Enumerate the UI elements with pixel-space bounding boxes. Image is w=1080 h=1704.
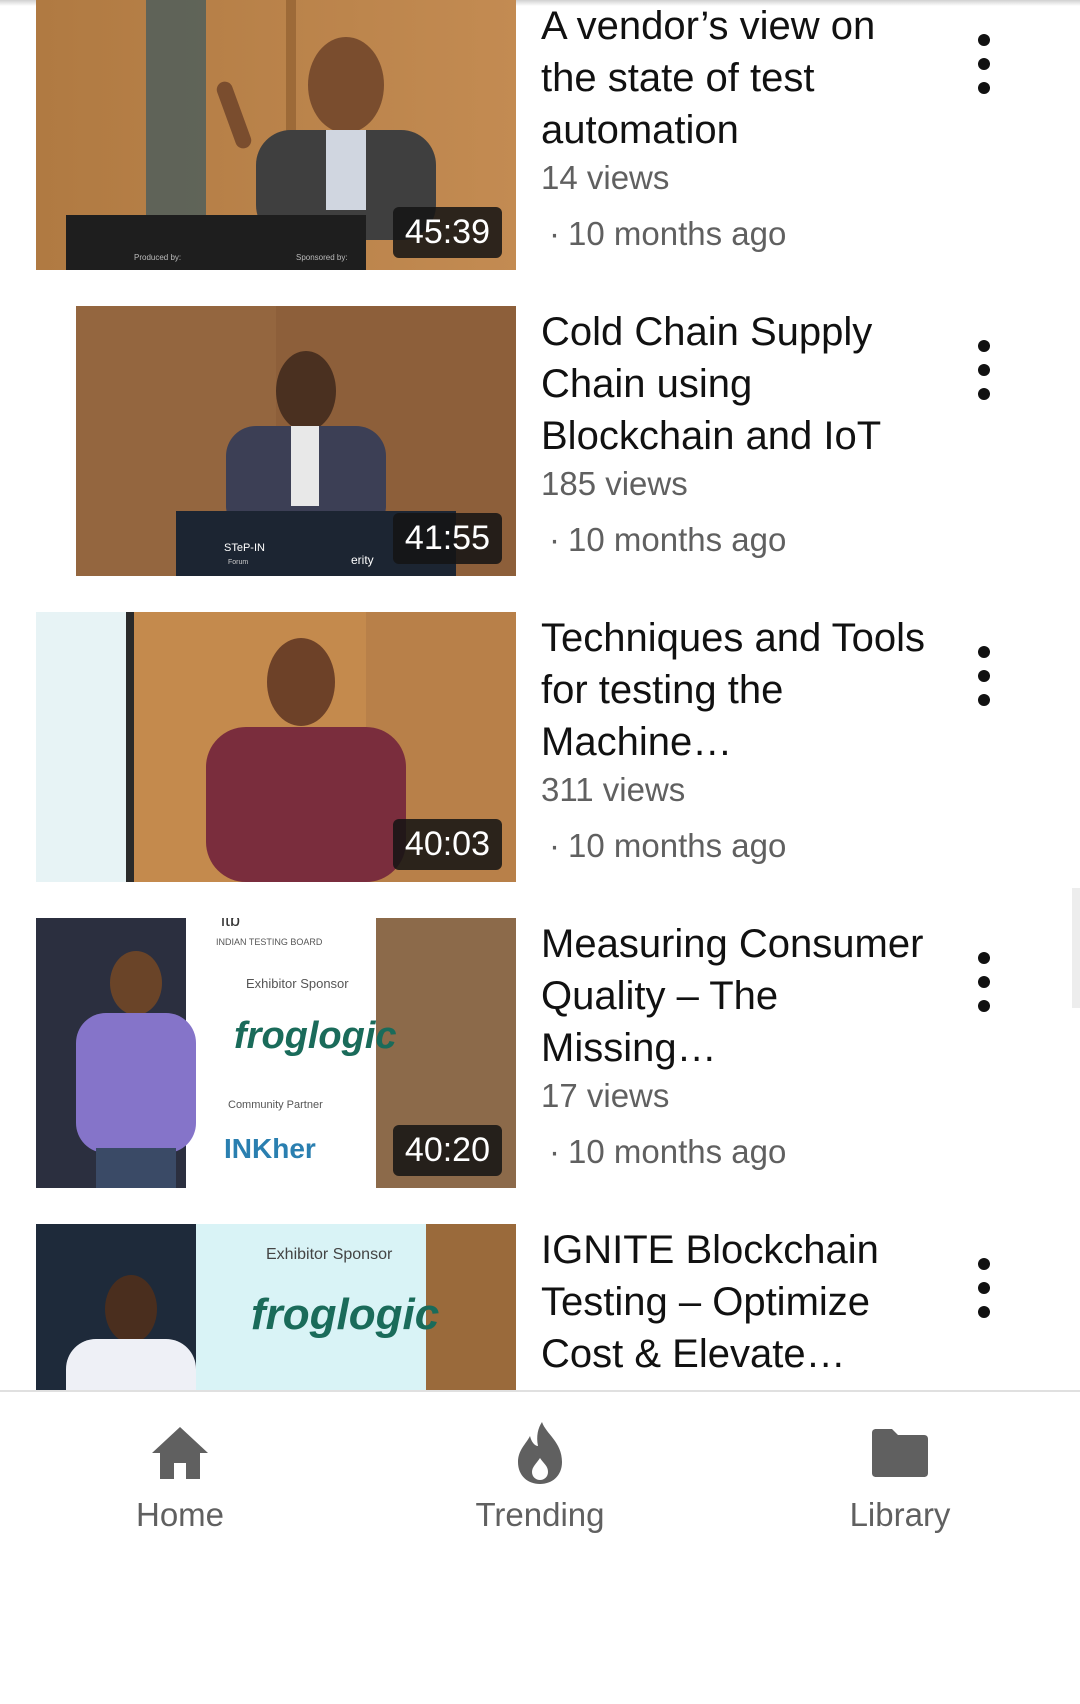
more-options-icon[interactable] bbox=[960, 646, 1008, 706]
duration-badge: 40:20 bbox=[392, 1125, 502, 1176]
video-item[interactable]: itb INDIAN TESTING BOARD Exhibitor Spons… bbox=[0, 918, 1080, 1188]
bottom-navigation: Home Trending Library bbox=[0, 1390, 1080, 1552]
community-partner-text: Community Partner bbox=[228, 1099, 323, 1111]
exhibitor-sponsor-text: Exhibitor Sponsor bbox=[266, 1246, 393, 1263]
view-count: 17 views bbox=[541, 1077, 670, 1114]
forum-text: Forum bbox=[228, 559, 248, 566]
view-count: 14 views bbox=[541, 159, 670, 196]
video-thumbnail[interactable]: itb INDIAN TESTING BOARD Exhibitor Spons… bbox=[36, 918, 516, 1188]
nav-home-label: Home bbox=[135, 1496, 225, 1533]
exhibitor-sponsor-text: Exhibitor Sponsor bbox=[246, 976, 349, 991]
video-meta[interactable]: Measuring Consumer Quality – The Missing… bbox=[541, 918, 931, 1174]
video-list[interactable]: Produced by: Sponsored by: 45:39 A vendo… bbox=[0, 0, 1080, 1390]
inkher-text: INKher bbox=[224, 1133, 316, 1164]
nav-library-label: Library bbox=[849, 1496, 951, 1533]
upload-age: · 10 months ago bbox=[549, 215, 787, 252]
thumbnail-image: Exhibitor Sponsor froglogic bbox=[36, 1224, 516, 1390]
erity-text: erity bbox=[351, 553, 374, 567]
video-thumbnail[interactable]: STeP-IN Forum erity 41:55 bbox=[36, 306, 516, 576]
video-meta[interactable]: Techniques and Tools for testing the Mac… bbox=[541, 612, 931, 868]
video-thumbnail[interactable]: 40:03 bbox=[36, 612, 516, 882]
more-options-icon[interactable] bbox=[960, 952, 1008, 1012]
itb-logo-text: itb bbox=[221, 918, 240, 930]
view-count: 185 views bbox=[541, 465, 688, 502]
more-options-icon[interactable] bbox=[960, 34, 1008, 94]
video-item[interactable]: Exhibitor Sponsor froglogic IGNITE Block… bbox=[0, 1224, 1080, 1390]
itb-full-text: INDIAN TESTING BOARD bbox=[216, 937, 323, 947]
produced-by-text: Produced by: bbox=[134, 253, 181, 262]
nav-trending[interactable]: Trending bbox=[440, 1418, 640, 1534]
video-meta[interactable]: Cold Chain Supply Chain using Blockchain… bbox=[541, 306, 931, 562]
video-meta[interactable]: IGNITE Blockchain Testing – Optimize Cos… bbox=[541, 1224, 931, 1380]
video-item[interactable]: STeP-IN Forum erity 41:55 Cold Chain Sup… bbox=[0, 306, 1080, 576]
home-icon bbox=[80, 1418, 280, 1488]
upload-age-text: 10 months ago bbox=[568, 521, 787, 558]
flame-icon bbox=[440, 1418, 640, 1488]
scrollbar[interactable] bbox=[1072, 888, 1080, 1008]
froglogic-text: froglogic bbox=[251, 1290, 439, 1339]
duration-badge: 45:39 bbox=[392, 207, 502, 258]
nav-home[interactable]: Home bbox=[80, 1418, 280, 1534]
video-title[interactable]: Cold Chain Supply Chain using Blockchain… bbox=[541, 306, 931, 462]
upload-age: · 10 months ago bbox=[549, 827, 787, 864]
video-thumbnail[interactable]: Produced by: Sponsored by: 45:39 bbox=[36, 0, 516, 270]
upload-age-text: 10 months ago bbox=[568, 827, 787, 864]
video-title[interactable]: IGNITE Blockchain Testing – Optimize Cos… bbox=[541, 1224, 931, 1380]
more-options-icon[interactable] bbox=[960, 340, 1008, 400]
video-item[interactable]: 40:03 Techniques and Tools for testing t… bbox=[0, 612, 1080, 882]
sponsored-by-text: Sponsored by: bbox=[296, 253, 348, 262]
froglogic-text: froglogic bbox=[234, 1015, 397, 1057]
video-title[interactable]: A vendor’s view on the state of test aut… bbox=[541, 0, 931, 156]
video-meta[interactable]: A vendor’s view on the state of test aut… bbox=[541, 0, 931, 256]
duration-badge: 41:55 bbox=[392, 513, 502, 564]
video-thumbnail[interactable]: Exhibitor Sponsor froglogic bbox=[36, 1224, 516, 1390]
duration-badge: 40:03 bbox=[392, 819, 502, 870]
upload-age-text: 10 months ago bbox=[568, 215, 787, 252]
video-title[interactable]: Measuring Consumer Quality – The Missing… bbox=[541, 918, 931, 1074]
folder-icon bbox=[800, 1418, 1000, 1488]
video-title[interactable]: Techniques and Tools for testing the Mac… bbox=[541, 612, 931, 768]
nav-trending-label: Trending bbox=[475, 1496, 605, 1533]
upload-age-text: 10 months ago bbox=[568, 1133, 787, 1170]
more-options-icon[interactable] bbox=[960, 1258, 1008, 1318]
upload-age: · 10 months ago bbox=[549, 1133, 787, 1170]
stepin-logo-text: STeP-IN bbox=[224, 542, 265, 554]
view-count: 311 views bbox=[541, 771, 686, 808]
nav-library[interactable]: Library bbox=[800, 1418, 1000, 1534]
video-item[interactable]: Produced by: Sponsored by: 45:39 A vendo… bbox=[0, 0, 1080, 270]
upload-age: · 10 months ago bbox=[549, 521, 787, 558]
